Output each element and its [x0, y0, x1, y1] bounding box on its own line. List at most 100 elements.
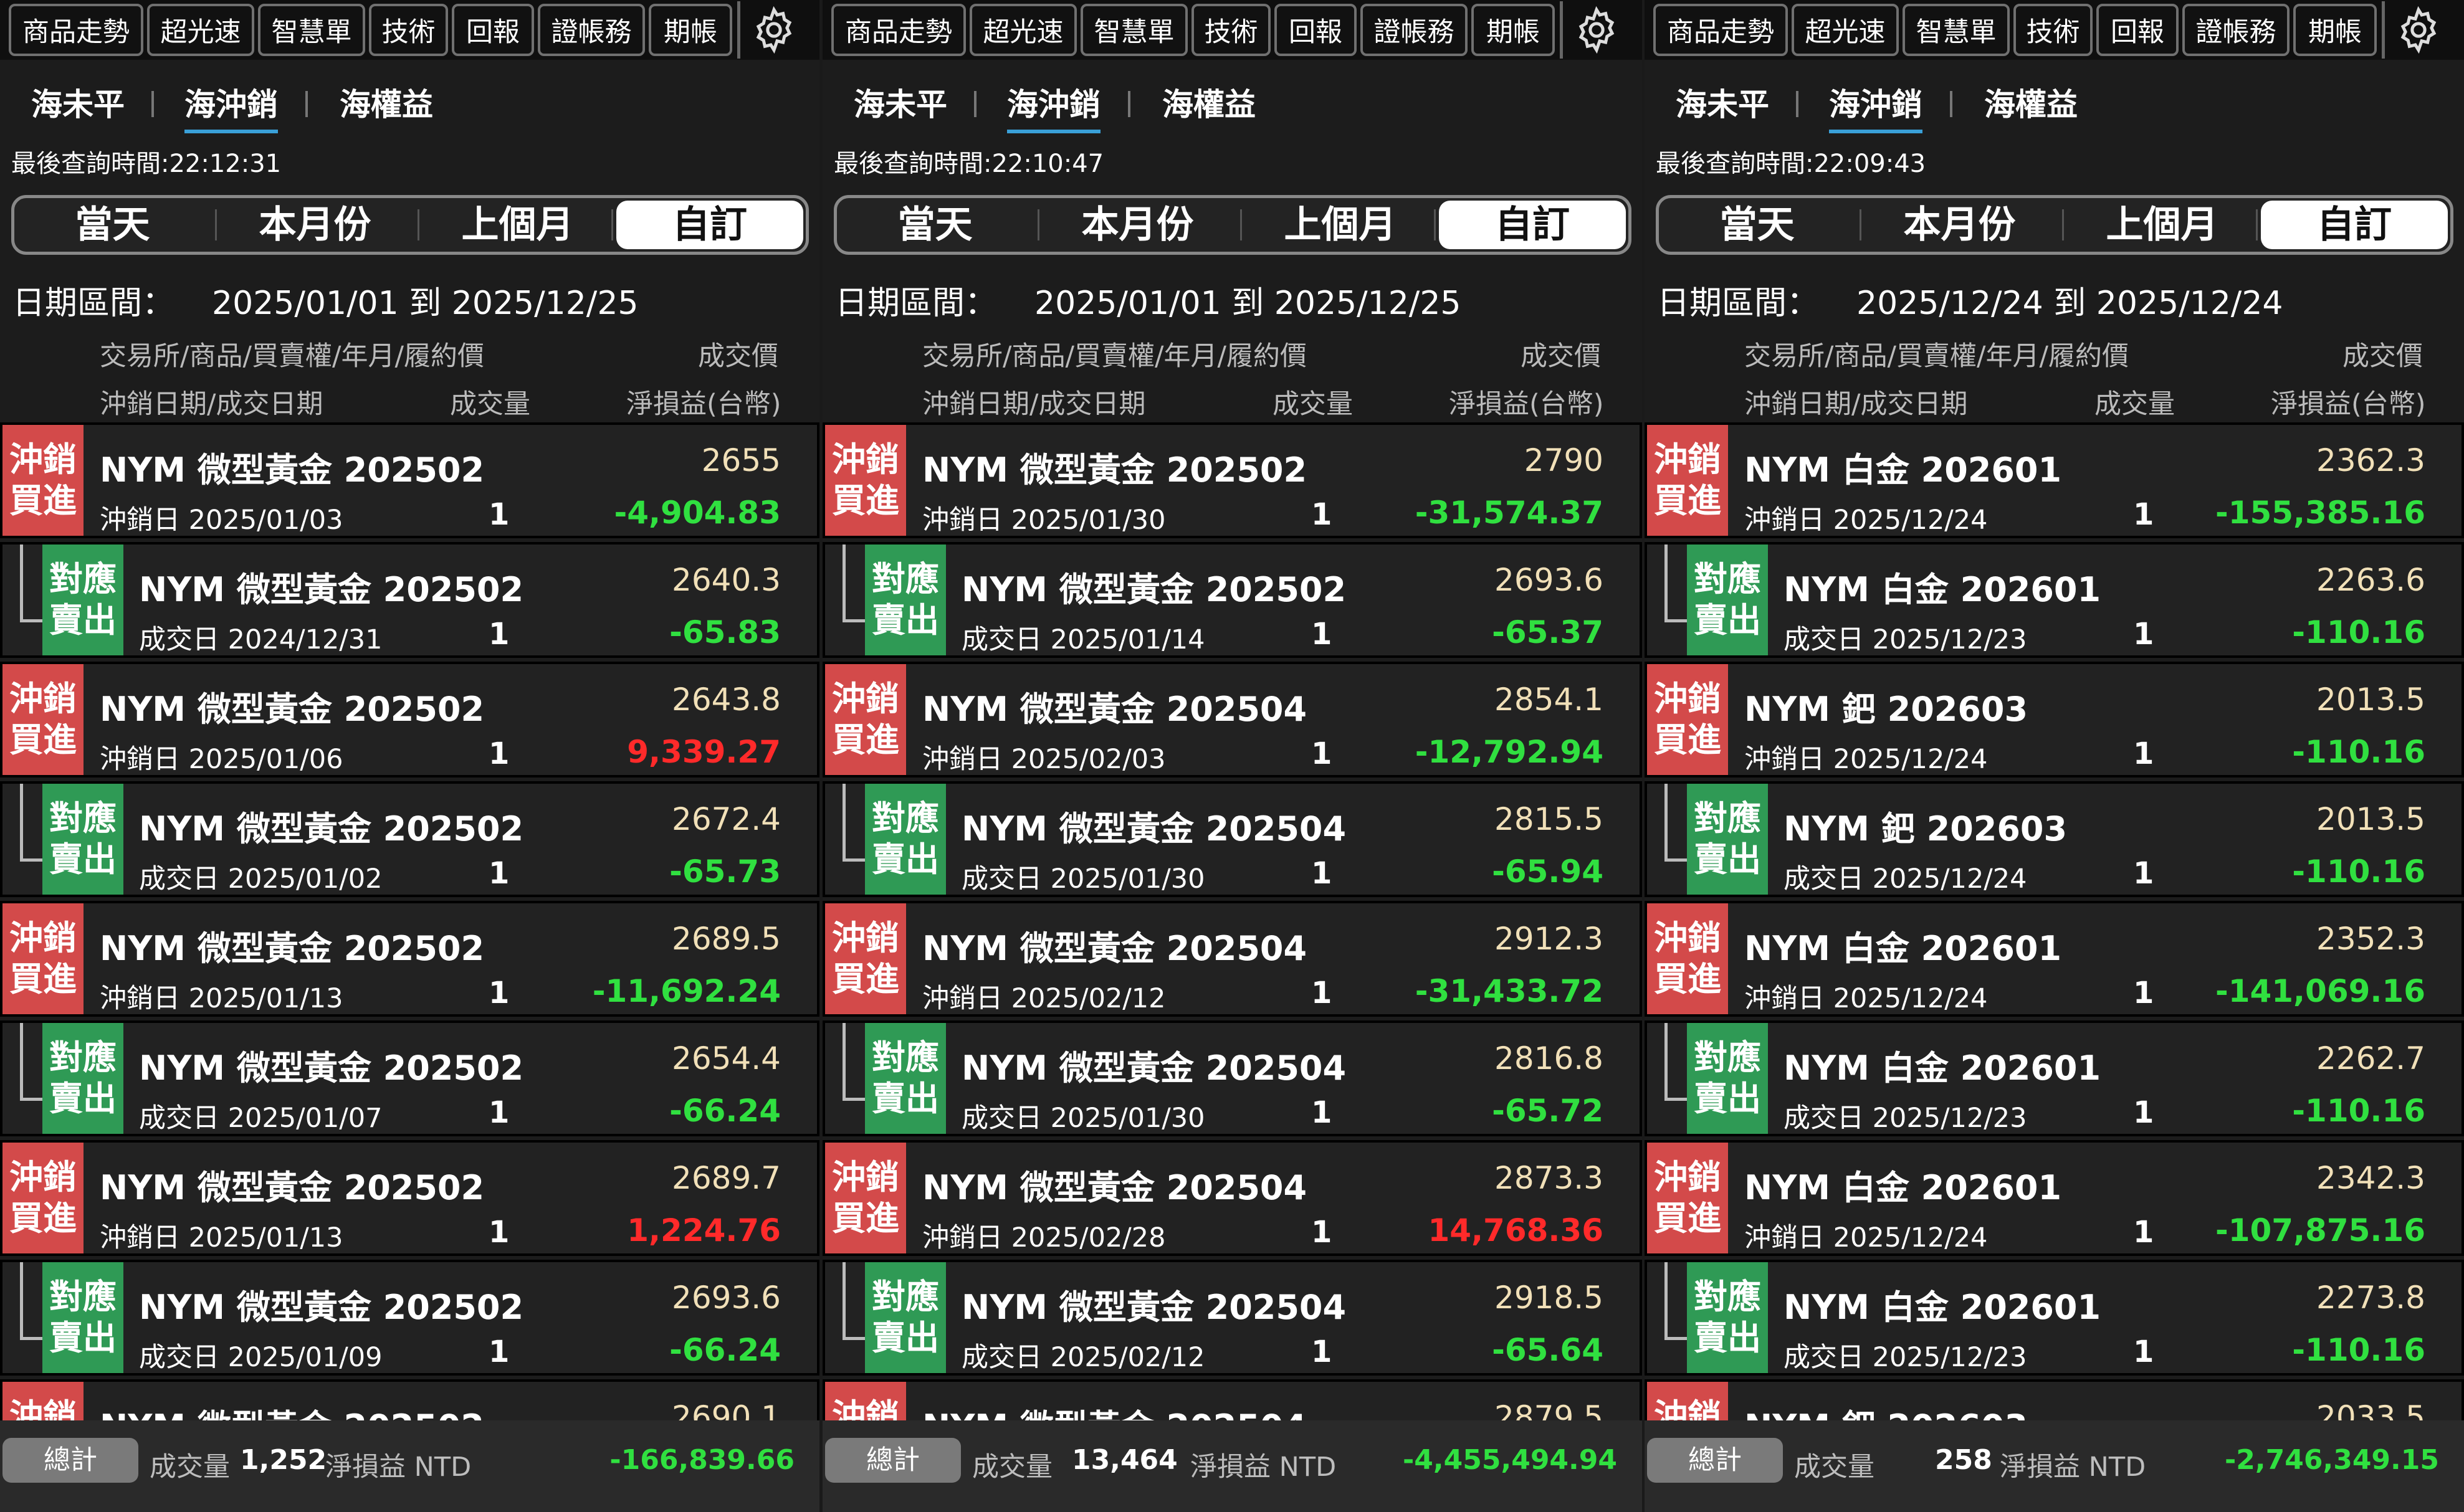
- gear-icon[interactable]: [745, 4, 803, 56]
- tag-line-1: 對應: [872, 559, 939, 599]
- toolbar-button-5[interactable]: 回報: [1274, 4, 1357, 56]
- net-pnl: -31,433.72: [1415, 973, 1603, 1009]
- table-row[interactable]: 對應 賣出 NYM 微型黃金 202502 2640.3 成交日 2024/12/31 1…: [0, 542, 819, 658]
- toolbar-button-4[interactable]: 技術: [1191, 4, 1271, 56]
- table-row[interactable]: 對應 賣出 NYM 白金 202601 2262.7 成交日 2025/12/23 1 -1…: [1645, 1020, 2464, 1136]
- table-row[interactable]: 沖銷 買進 NYM 微型黃金 202504 2873.3 沖銷日 2025/02/28 1…: [823, 1140, 1642, 1256]
- query-time: 最後查詢時間:22:10:47: [834, 150, 1104, 178]
- col-header-volume: 成交量: [450, 389, 530, 420]
- trade-quantity: 1: [1311, 617, 1332, 652]
- toolbar-button-2[interactable]: 超光速: [970, 4, 1077, 56]
- trade-quantity: 1: [1311, 497, 1332, 532]
- table-row[interactable]: 沖銷 買進 NYM 微型黃金 202502 2689.5 沖銷日 2025/01/13 1…: [0, 901, 819, 1017]
- tag-line-1: 沖銷: [9, 440, 77, 479]
- toolbar-button-3[interactable]: 智慧單: [1081, 4, 1188, 56]
- table-row[interactable]: 對應 賣出 NYM 微型黃金 202504 2816.8 成交日 2025/01/30 1…: [823, 1020, 1642, 1136]
- total-button[interactable]: 總計: [1647, 1438, 1783, 1483]
- toolbar-button-7[interactable]: 期帳: [1471, 4, 1555, 56]
- table-row[interactable]: 沖銷 買進 NYM 白金 202601 2342.3 沖銷日 2025/12/24 1 -1…: [1645, 1140, 2464, 1256]
- segment-3[interactable]: 上個月: [423, 198, 613, 252]
- product-name: NYM 白金 202601: [1744, 1168, 2062, 1207]
- toolbar-button-1[interactable]: 商品走勢: [1653, 4, 1788, 56]
- net-pnl: -107,875.16: [2215, 1212, 2425, 1248]
- toolbar-button-1[interactable]: 商品走勢: [831, 4, 966, 56]
- panel-3: 商品走勢 超光速 智慧單 技術 回報 證帳務 期帳 海未平 海沖銷 海權益 最後查詢時間:22:09…: [1645, 0, 2464, 1512]
- segment-3[interactable]: 上個月: [2067, 198, 2257, 252]
- table-row[interactable]: 對應 賣出 NYM 微型黃金 202502 2672.4 成交日 2025/01/02 1…: [0, 781, 819, 897]
- segment-4[interactable]: 自訂: [1439, 201, 1626, 249]
- net-pnl: -65.64: [1492, 1332, 1603, 1368]
- toolbar-button-4[interactable]: 技術: [2013, 4, 2093, 56]
- table-row[interactable]: 對應 賣出 NYM 白金 202601 2273.8 成交日 2025/12/23 1 -1…: [1645, 1260, 2464, 1376]
- subtab-2[interactable]: 海沖銷: [1829, 80, 1922, 133]
- table-row[interactable]: 沖銷 買進 NYM 微型黃金 202504 2854.1 沖銷日 2025/02/03 1…: [823, 662, 1642, 777]
- subtab-1[interactable]: 海未平: [31, 80, 125, 125]
- date-range-value[interactable]: 2025/12/24 到 2025/12/24: [1856, 285, 2283, 322]
- table-row[interactable]: 對應 賣出 NYM 白金 202601 2263.6 成交日 2025/12/23 1 -1…: [1645, 542, 2464, 658]
- table-row[interactable]: 對應 賣出 NYM 微型黃金 202504 2815.5 成交日 2025/01/30 1…: [823, 781, 1642, 897]
- segment-1[interactable]: 當天: [840, 198, 1030, 252]
- table-row[interactable]: 沖銷 買進 NYM 白金 202601 2352.3 沖銷日 2025/12/24 1 -1…: [1645, 901, 2464, 1017]
- close-buy-tag: 沖銷買進: [825, 664, 906, 775]
- toolbar-button-6[interactable]: 證帳務: [2182, 4, 2290, 56]
- segment-2[interactable]: 本月份: [1043, 198, 1233, 252]
- date-range-value[interactable]: 2025/01/01 到 2025/12/25: [212, 285, 638, 322]
- toolbar-button-6[interactable]: 證帳務: [538, 4, 645, 56]
- table-row[interactable]: 沖銷 買進 NYM 微型黃金 202502 2689.7 沖銷日 2025/01/13 1…: [0, 1140, 819, 1256]
- gear-icon[interactable]: [1568, 4, 1625, 56]
- toolbar-button-4[interactable]: 技術: [369, 4, 448, 56]
- date-range: 日期區間： 2025/12/24 到 2025/12/24: [1657, 277, 2283, 323]
- toolbar-button-5[interactable]: 回報: [452, 4, 534, 56]
- table-row[interactable]: 對應 賣出 NYM 微型黃金 202504 2918.5 成交日 2025/02/12 1…: [823, 1260, 1642, 1376]
- subtab-3[interactable]: 海權益: [1162, 80, 1256, 125]
- segment-1[interactable]: 當天: [17, 198, 208, 252]
- toolbar-button-3[interactable]: 智慧單: [1903, 4, 2010, 56]
- toolbar-button-7[interactable]: 期帳: [649, 4, 732, 56]
- toolbar-button-2[interactable]: 超光速: [1792, 4, 1899, 56]
- net-pnl: -4,904.83: [614, 495, 781, 531]
- tag-line-1: 對應: [49, 1038, 117, 1077]
- toolbar-button-5[interactable]: 回報: [2096, 4, 2179, 56]
- date-range-value[interactable]: 2025/01/01 到 2025/12/25: [1034, 285, 1461, 322]
- toolbar-button-1[interactable]: 商品走勢: [9, 4, 143, 56]
- trade-price: 2854.1: [1494, 682, 1603, 718]
- segment-2[interactable]: 本月份: [220, 198, 410, 252]
- toolbar-button-3[interactable]: 智慧單: [258, 4, 365, 56]
- table-row[interactable]: 對應 賣出 NYM 微型黃金 202502 2693.6 成交日 2025/01/09 1…: [0, 1260, 819, 1376]
- segment-4[interactable]: 自訂: [616, 201, 803, 249]
- segment-3[interactable]: 上個月: [1245, 198, 1435, 252]
- trade-price: 2790: [1524, 442, 1603, 478]
- table-row[interactable]: 對應 賣出 NYM 鈀 202603 2013.5 成交日 2025/12/24 1 -11…: [1645, 781, 2464, 897]
- table-row[interactable]: 沖銷 買進 NYM 微型黃金 202502 2790 沖銷日 2025/01/30 1 -3…: [823, 422, 1642, 538]
- subtab-2[interactable]: 海沖銷: [184, 80, 278, 133]
- table-row[interactable]: 對應 賣出 NYM 微型黃金 202502 2693.6 成交日 2025/01/14 1…: [823, 542, 1642, 658]
- segment-4[interactable]: 自訂: [2261, 201, 2448, 249]
- table-row[interactable]: 沖銷 買進 NYM 白金 202601 2362.3 沖銷日 2025/12/24 1 -1…: [1645, 422, 2464, 538]
- toolbar-button-7[interactable]: 期帳: [2293, 4, 2377, 56]
- segment-2[interactable]: 本月份: [1865, 198, 2055, 252]
- trade-date: 成交日 2025/01/07: [139, 1103, 383, 1134]
- trade-price: 2689.5: [672, 921, 781, 957]
- row-connector: [20, 544, 44, 622]
- close-buy-tag: 沖銷買進: [1647, 425, 1728, 536]
- subtab-1[interactable]: 海未平: [1676, 80, 1769, 125]
- row-connector: [843, 784, 867, 862]
- table-row[interactable]: 沖銷 買進 NYM 鈀 202603 2013.5 沖銷日 2025/12/24 1 -11…: [1645, 662, 2464, 777]
- segment-1[interactable]: 當天: [1662, 198, 1852, 252]
- table-row[interactable]: 沖銷 買進 NYM 微型黃金 202502 2655 沖銷日 2025/01/03 1 -4…: [0, 422, 819, 538]
- subtab-3[interactable]: 海權益: [340, 80, 433, 125]
- net-pnl: 1,224.76: [627, 1212, 781, 1248]
- total-button[interactable]: 總計: [825, 1438, 961, 1483]
- table-row[interactable]: 對應 賣出 NYM 微型黃金 202502 2654.4 成交日 2025/01/07 1…: [0, 1020, 819, 1136]
- toolbar-button-2[interactable]: 超光速: [147, 4, 254, 56]
- row-body: 對應 賣出 NYM 鈀 202603 2013.5 成交日 2025/12/24 1 -11…: [1647, 784, 2462, 895]
- subtab-2[interactable]: 海沖銷: [1007, 80, 1101, 133]
- table-row[interactable]: 沖銷 買進 NYM 微型黃金 202504 2912.3 沖銷日 2025/02/12 1…: [823, 901, 1642, 1017]
- table-row[interactable]: 沖銷 買進 NYM 微型黃金 202502 2643.8 沖銷日 2025/01/06 1…: [0, 662, 819, 777]
- trade-quantity: 1: [2133, 1095, 2154, 1130]
- subtab-1[interactable]: 海未平: [854, 80, 947, 125]
- total-button[interactable]: 總計: [2, 1438, 138, 1483]
- subtab-3[interactable]: 海權益: [1984, 80, 2078, 125]
- gear-icon[interactable]: [2390, 4, 2447, 56]
- toolbar-button-6[interactable]: 證帳務: [1360, 4, 1468, 56]
